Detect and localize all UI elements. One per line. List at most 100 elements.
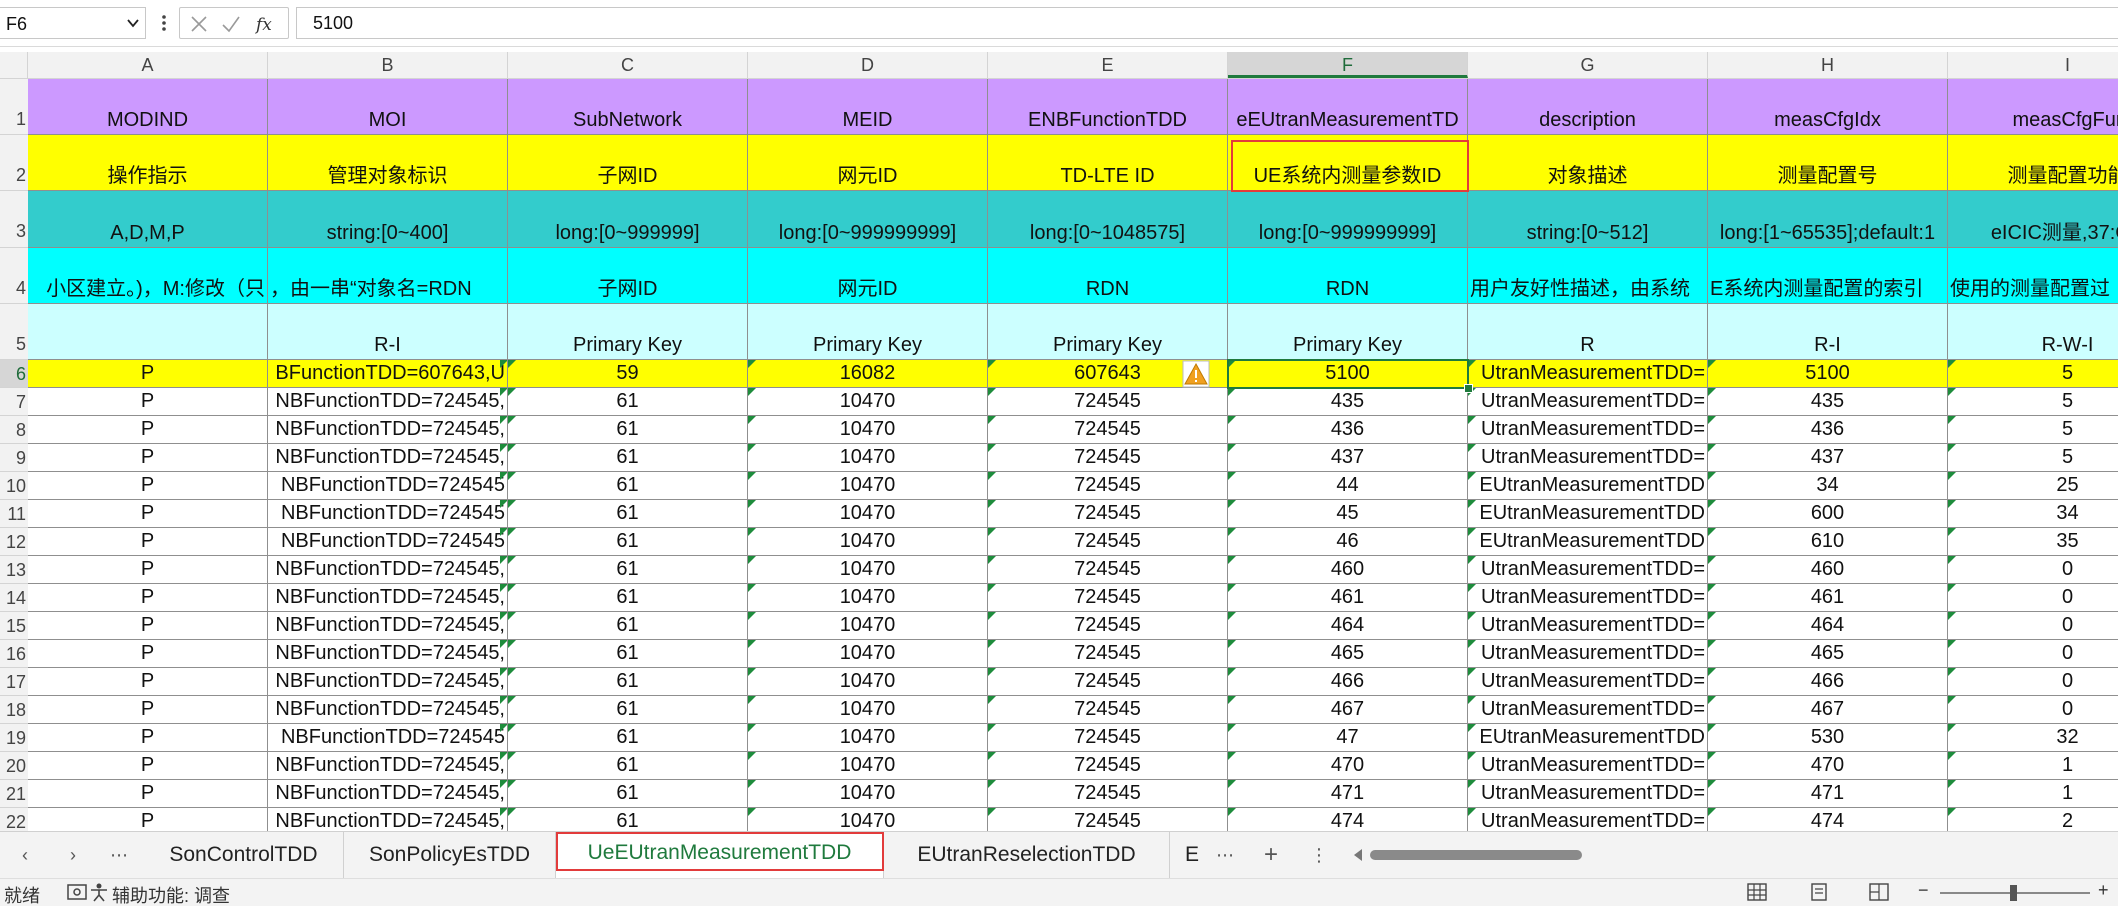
cell-a11[interactable]: P xyxy=(28,500,268,528)
cell-b7[interactable]: NBFunctionTDD=724545, xyxy=(268,388,508,416)
cell-e2[interactable]: TD-LTE ID xyxy=(988,135,1228,191)
cell-b4[interactable]: ，由一串“对象名=RDN xyxy=(268,248,508,304)
column-header-c[interactable]: C xyxy=(508,52,748,78)
row-header-17[interactable]: 17 xyxy=(0,668,28,696)
cell-c12[interactable]: 61 xyxy=(508,528,748,556)
cell-g19[interactable]: EUtranMeasurementTDD xyxy=(1468,724,1708,752)
cell-e17[interactable]: 724545 xyxy=(988,668,1228,696)
cell-c20[interactable]: 61 xyxy=(508,752,748,780)
cell-i8[interactable]: 5 xyxy=(1948,416,2118,444)
cell-e8[interactable]: 724545 xyxy=(988,416,1228,444)
dropdown-arrow-icon[interactable] xyxy=(125,15,141,31)
name-box-value[interactable]: F6 xyxy=(6,14,27,35)
cell-g12[interactable]: EUtranMeasurementTDD xyxy=(1468,528,1708,556)
cell-a21[interactable]: P xyxy=(28,780,268,808)
cell-e10[interactable]: 724545 xyxy=(988,472,1228,500)
cell-i11[interactable]: 34 xyxy=(1948,500,2118,528)
row-header-9[interactable]: 9 xyxy=(0,444,28,472)
cell-h6[interactable]: 5100 xyxy=(1708,360,1948,388)
column-header-i[interactable]: I xyxy=(1948,52,2118,78)
cell-d14[interactable]: 10470 xyxy=(748,584,988,612)
cell-b18[interactable]: NBFunctionTDD=724545, xyxy=(268,696,508,724)
cell-d3[interactable]: long:[0~999999999] xyxy=(748,191,988,248)
row-header-1[interactable]: 1 xyxy=(0,79,28,135)
cell-d13[interactable]: 10470 xyxy=(748,556,988,584)
cell-h1[interactable]: measCfgIdx xyxy=(1708,79,1948,135)
function-icon[interactable]: fx xyxy=(254,13,276,35)
cell-c5[interactable]: Primary Key xyxy=(508,304,748,360)
cell-i1[interactable]: measCfgFur xyxy=(1948,79,2118,135)
cell-g3[interactable]: string:[0~512] xyxy=(1468,191,1708,248)
cell-g20[interactable]: UtranMeasurementTDD= xyxy=(1468,752,1708,780)
cell-a1[interactable]: MODIND xyxy=(28,79,268,135)
cell-c1[interactable]: SubNetwork xyxy=(508,79,748,135)
tab-next-icon[interactable]: › xyxy=(62,844,84,866)
cell-d8[interactable]: 10470 xyxy=(748,416,988,444)
cell-b22[interactable]: NBFunctionTDD=724545, xyxy=(268,808,508,831)
cell-f6[interactable]: 5100 xyxy=(1228,360,1468,388)
cell-h18[interactable]: 467 xyxy=(1708,696,1948,724)
formula-input[interactable]: 5100 xyxy=(296,7,2118,39)
cell-a2[interactable]: 操作指示 xyxy=(28,135,268,191)
cell-h9[interactable]: 437 xyxy=(1708,444,1948,472)
name-box[interactable]: F6 xyxy=(0,7,146,39)
cell-b2[interactable]: 管理对象标识 xyxy=(268,135,508,191)
row-header-7[interactable]: 7 xyxy=(0,388,28,416)
warning-icon[interactable] xyxy=(1182,360,1210,388)
cell-g10[interactable]: EUtranMeasurementTDD xyxy=(1468,472,1708,500)
cell-f20[interactable]: 470 xyxy=(1228,752,1468,780)
cell-d17[interactable]: 10470 xyxy=(748,668,988,696)
cell-b9[interactable]: NBFunctionTDD=724545, xyxy=(268,444,508,472)
row-header-19[interactable]: 19 xyxy=(0,724,28,752)
cell-b12[interactable]: NBFunctionTDD=724545 xyxy=(268,528,508,556)
cell-b3[interactable]: string:[0~400] xyxy=(268,191,508,248)
cancel-icon[interactable] xyxy=(188,13,210,35)
tab-more-icon[interactable]: ⋯ xyxy=(1214,844,1236,866)
cell-c17[interactable]: 61 xyxy=(508,668,748,696)
cell-d19[interactable]: 10470 xyxy=(748,724,988,752)
cell-i10[interactable]: 25 xyxy=(1948,472,2118,500)
cell-i22[interactable]: 2 xyxy=(1948,808,2118,831)
cell-d18[interactable]: 10470 xyxy=(748,696,988,724)
cell-f15[interactable]: 464 xyxy=(1228,612,1468,640)
cell-e20[interactable]: 724545 xyxy=(988,752,1228,780)
cell-e3[interactable]: long:[0~1048575] xyxy=(988,191,1228,248)
sheet-tab-e[interactable]: E xyxy=(1170,832,1214,878)
cell-f7[interactable]: 435 xyxy=(1228,388,1468,416)
cell-f3[interactable]: long:[0~999999999] xyxy=(1228,191,1468,248)
cell-e12[interactable]: 724545 xyxy=(988,528,1228,556)
cell-b20[interactable]: NBFunctionTDD=724545, xyxy=(268,752,508,780)
cell-b15[interactable]: NBFunctionTDD=724545, xyxy=(268,612,508,640)
cell-g9[interactable]: UtranMeasurementTDD= xyxy=(1468,444,1708,472)
cell-e7[interactable]: 724545 xyxy=(988,388,1228,416)
cell-c18[interactable]: 61 xyxy=(508,696,748,724)
cell-e22[interactable]: 724545 xyxy=(988,808,1228,831)
cell-b17[interactable]: NBFunctionTDD=724545, xyxy=(268,668,508,696)
cell-c22[interactable]: 61 xyxy=(508,808,748,831)
sheet-tab-sonpolicyestdd[interactable]: SonPolicyEsTDD xyxy=(344,832,556,878)
page-layout-icon[interactable] xyxy=(1808,882,1830,902)
enter-icon[interactable] xyxy=(220,13,242,35)
cell-b1[interactable]: MOI xyxy=(268,79,508,135)
cell-i16[interactable]: 0 xyxy=(1948,640,2118,668)
row-header-21[interactable]: 21 xyxy=(0,780,28,808)
cell-e14[interactable]: 724545 xyxy=(988,584,1228,612)
row-header-12[interactable]: 12 xyxy=(0,528,28,556)
row-header-5[interactable]: 5 xyxy=(0,304,28,360)
cell-a6[interactable]: P xyxy=(28,360,268,388)
cell-f5[interactable]: Primary Key xyxy=(1228,304,1468,360)
cell-f21[interactable]: 471 xyxy=(1228,780,1468,808)
cell-f10[interactable]: 44 xyxy=(1228,472,1468,500)
cell-e11[interactable]: 724545 xyxy=(988,500,1228,528)
cell-i17[interactable]: 0 xyxy=(1948,668,2118,696)
cell-c10[interactable]: 61 xyxy=(508,472,748,500)
cell-d20[interactable]: 10470 xyxy=(748,752,988,780)
cell-c21[interactable]: 61 xyxy=(508,780,748,808)
cell-f13[interactable]: 460 xyxy=(1228,556,1468,584)
cell-h17[interactable]: 466 xyxy=(1708,668,1948,696)
cell-e21[interactable]: 724545 xyxy=(988,780,1228,808)
cell-a16[interactable]: P xyxy=(28,640,268,668)
cell-f8[interactable]: 436 xyxy=(1228,416,1468,444)
column-header-b[interactable]: B xyxy=(268,52,508,78)
cell-e16[interactable]: 724545 xyxy=(988,640,1228,668)
